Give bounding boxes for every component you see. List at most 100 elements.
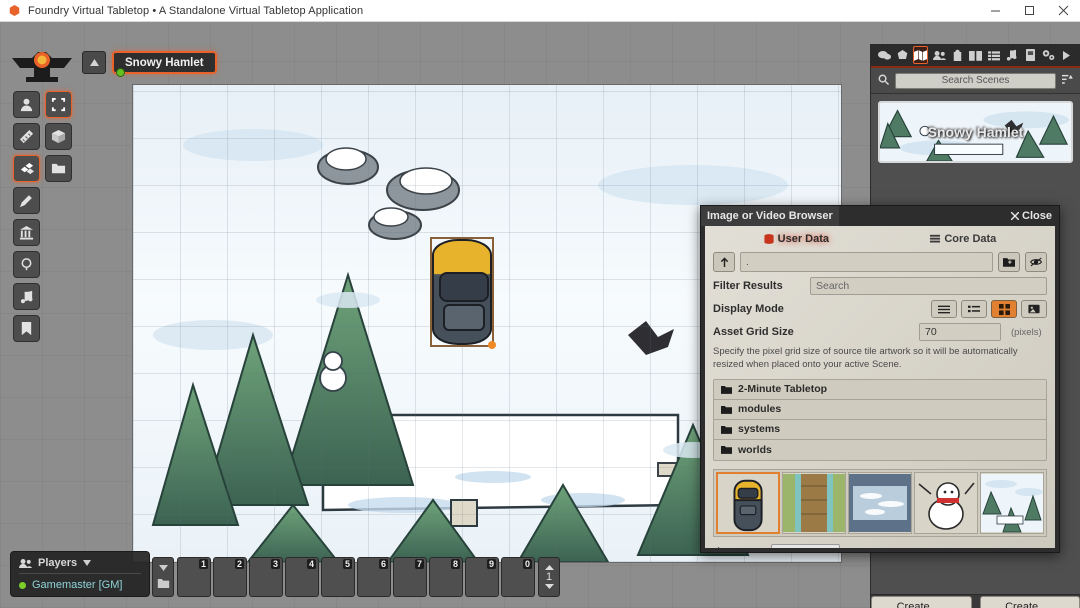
- sidebar-tab-compendium[interactable]: [1023, 46, 1038, 64]
- directory-item[interactable]: worlds: [714, 439, 1046, 460]
- source-tab-core-data[interactable]: Core Data: [930, 233, 996, 245]
- hotbar-slot[interactable]: 6: [357, 557, 391, 597]
- select-tool-button[interactable]: [45, 91, 72, 118]
- macro-directory-icon[interactable]: [157, 578, 170, 589]
- sound-tool-button[interactable]: [13, 283, 40, 310]
- hotbar-slot[interactable]: 8: [429, 557, 463, 597]
- file-thumbnail-wooden-bridge[interactable]: [782, 471, 847, 534]
- asset-grid-size-unit: (pixels): [1011, 326, 1042, 338]
- sidebar-tab-combat[interactable]: [895, 46, 910, 64]
- tile-resize-handle[interactable]: [488, 341, 496, 349]
- hotbar-slot-number: 2: [234, 559, 244, 569]
- file-thumbnail-snowman[interactable]: [914, 471, 978, 534]
- chevron-down-icon[interactable]: [544, 584, 554, 589]
- display-mode-details-button[interactable]: [961, 300, 987, 318]
- display-mode-images-button[interactable]: [1021, 300, 1047, 318]
- player-status-dot: [19, 581, 26, 589]
- asset-grid-size-label: Asset Grid Size: [713, 326, 794, 338]
- sidebar-tab-playlists[interactable]: [1004, 46, 1019, 64]
- asset-grid-size-input[interactable]: 70: [919, 323, 1001, 341]
- source-tab-core-data-label: Core Data: [944, 233, 997, 245]
- upload-icon: [717, 547, 720, 548]
- path-bar: .: [713, 252, 1047, 272]
- dialog-body: User Data Core Data . Filter Results Sea…: [705, 226, 1055, 548]
- create-scene-button[interactable]: Create Scene: [871, 595, 972, 608]
- list-icon: [938, 305, 950, 313]
- hotbar-slot[interactable]: 7: [393, 557, 427, 597]
- minimize-icon[interactable]: [978, 0, 1012, 22]
- directory-item[interactable]: systems: [714, 419, 1046, 440]
- display-mode-tiles-button[interactable]: [991, 300, 1017, 318]
- scene-nav-tab-active[interactable]: Snowy Hamlet: [112, 51, 217, 77]
- chevron-up-icon[interactable]: [544, 565, 554, 570]
- go-up-directory-button[interactable]: [713, 252, 735, 272]
- sidebar-collapse-button[interactable]: [1059, 46, 1074, 64]
- source-tab-user-data[interactable]: User Data: [764, 233, 829, 245]
- toggle-privacy-button[interactable]: [1025, 252, 1047, 272]
- dialog-close-button[interactable]: Close: [1011, 210, 1052, 222]
- hotbar-page-selector[interactable]: 1: [538, 557, 560, 597]
- hotbar-slot[interactable]: 0: [501, 557, 535, 597]
- hotbar-slot-number: 9: [486, 559, 496, 569]
- sidebar-tab-settings[interactable]: [1041, 46, 1056, 64]
- ambient-light-tool-button[interactable]: [13, 251, 40, 278]
- scene-list-item[interactable]: Snowy Hamlet: [878, 101, 1073, 163]
- scene-search-input[interactable]: Search Scenes: [895, 72, 1056, 89]
- chevron-down-icon[interactable]: [83, 560, 92, 566]
- file-thumbnail-snowy-forest[interactable]: [980, 471, 1044, 534]
- display-mode-list-button[interactable]: [931, 300, 957, 318]
- players-panel[interactable]: Players Gamemaster [GM]: [10, 551, 150, 597]
- notes-tool-button[interactable]: [13, 315, 40, 342]
- maximize-icon[interactable]: [1012, 0, 1046, 22]
- dialog-title: Image or Video Browser: [701, 206, 839, 226]
- dialog-header[interactable]: Image or Video Browser Close: [701, 206, 1059, 226]
- create-folder-button[interactable]: Create Folder: [979, 595, 1080, 608]
- close-icon: [1011, 212, 1020, 220]
- sidebar-tab-scenes[interactable]: [913, 46, 929, 64]
- atlas-icon: [1025, 49, 1035, 61]
- create-scene-label: Create Scene: [896, 600, 930, 608]
- directory-item[interactable]: 2-Minute Tabletop: [714, 379, 1046, 400]
- hotbar-slot[interactable]: 3: [249, 557, 283, 597]
- foundry-vtt-window: Foundry Virtual Tabletop • A Standalone …: [0, 0, 1080, 608]
- sidebar-tab-chat[interactable]: [877, 46, 892, 64]
- no-file-chosen-label: No file chosen: [847, 547, 914, 548]
- nav-collapse-button[interactable]: [82, 51, 106, 74]
- player-list-item[interactable]: Gamemaster [GM]: [19, 574, 141, 591]
- players-header[interactable]: Players: [19, 557, 141, 574]
- folder-icon: [721, 385, 732, 394]
- sort-order-icon[interactable]: [1062, 74, 1073, 88]
- foundry-anvil-logo[interactable]: [8, 48, 76, 82]
- current-path-input[interactable]: .: [740, 252, 993, 272]
- hotbar-slot[interactable]: 9: [465, 557, 499, 597]
- file-thumbnail-ice-texture[interactable]: [848, 471, 913, 534]
- sidebar-tab-items[interactable]: [950, 46, 965, 64]
- hotbar-slot[interactable]: 5: [321, 557, 355, 597]
- create-folder-button[interactable]: [998, 252, 1020, 272]
- book-icon: [968, 50, 982, 61]
- tile-tool-button[interactable]: [45, 123, 72, 150]
- display-mode-toggle-group: [931, 300, 1047, 318]
- hotbar-slot-number: 7: [414, 559, 424, 569]
- folder-tool-button[interactable]: [45, 155, 72, 182]
- lighting-tool-button[interactable]: [13, 219, 40, 246]
- choose-file-button[interactable]: Choose file: [771, 543, 840, 548]
- selected-tile[interactable]: [430, 237, 496, 349]
- directory-item[interactable]: modules: [714, 399, 1046, 420]
- measure-tool-button[interactable]: [13, 123, 40, 150]
- sidebar-tab-journal[interactable]: [968, 46, 983, 64]
- sidebar-tab-actors[interactable]: [932, 46, 947, 64]
- hotbar-slot[interactable]: 2: [213, 557, 247, 597]
- sidebar-tab-tables[interactable]: [986, 46, 1001, 64]
- walls-tool-button[interactable]: [13, 155, 40, 182]
- hotbar-slot-number: 8: [450, 559, 460, 569]
- file-thumbnail-sports-car[interactable]: [716, 471, 781, 534]
- drawing-tool-button[interactable]: [13, 187, 40, 214]
- hotbar-slot[interactable]: 4: [285, 557, 319, 597]
- close-icon[interactable]: [1046, 0, 1080, 22]
- token-tool-button[interactable]: [13, 91, 40, 118]
- hotbar-slot[interactable]: 1: [177, 557, 211, 597]
- filter-results-input[interactable]: Search: [810, 277, 1047, 295]
- hotbar-collapse-icon[interactable]: [158, 564, 168, 571]
- display-mode-row: Display Mode: [713, 300, 1047, 318]
